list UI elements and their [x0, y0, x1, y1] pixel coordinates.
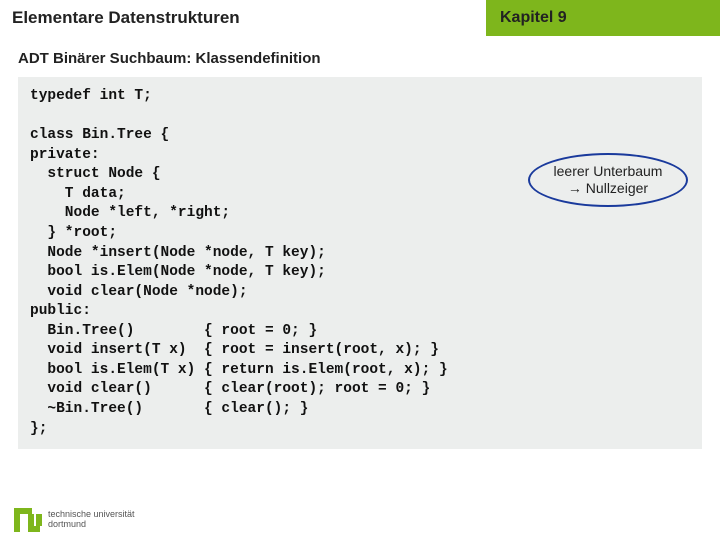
content-area: ADT Binärer Suchbaum: Klassendefinition … [0, 36, 720, 449]
tu-logo-icon [14, 508, 42, 532]
header-left: Elementare Datenstrukturen [0, 0, 486, 36]
slide-subtitle: ADT Binärer Suchbaum: Klassendefinition [18, 50, 702, 67]
header-title: Elementare Datenstrukturen [12, 8, 240, 28]
footer: technische universität dortmund [14, 508, 135, 532]
annotation-line2: → Nullzeiger [568, 180, 648, 197]
tu-logo-text: technische universität dortmund [48, 510, 135, 530]
footer-line2: dortmund [48, 520, 135, 530]
tu-logo: technische universität dortmund [14, 508, 135, 532]
annotation-line1: leerer Unterbaum [554, 163, 663, 180]
code-block: typedef int T; class Bin.Tree { private:… [18, 77, 702, 449]
header-bar: Elementare Datenstrukturen Kapitel 9 [0, 0, 720, 36]
code-text: typedef int T; class Bin.Tree { private:… [30, 88, 448, 437]
annotation-ellipse: leerer Unterbaum → Nullzeiger [528, 153, 688, 207]
chapter-label: Kapitel 9 [486, 9, 567, 27]
